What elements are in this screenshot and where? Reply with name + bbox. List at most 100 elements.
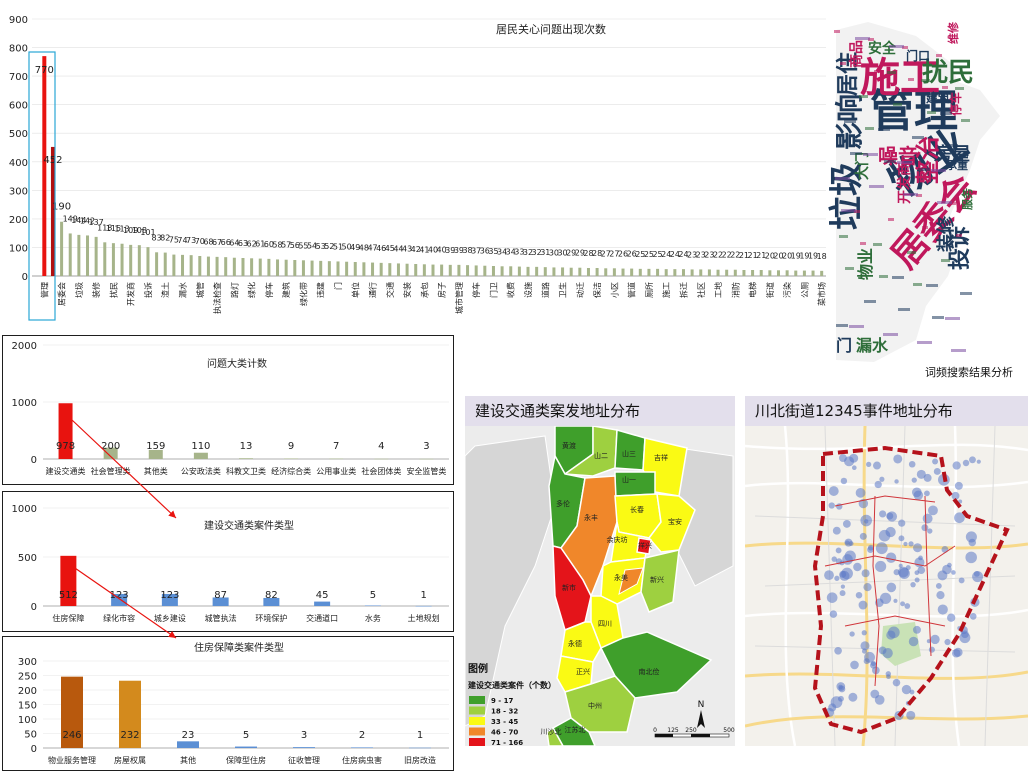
district-label: 山三	[622, 449, 636, 458]
x-tick-label: 管理	[39, 282, 49, 298]
x-tick-label: 征收管理	[288, 755, 320, 765]
bar	[189, 255, 193, 276]
event-dot	[850, 660, 859, 670]
bar	[232, 257, 236, 276]
x-tick-label: 绿化市容	[103, 613, 135, 623]
bar-value-label: 4	[378, 441, 384, 452]
event-dot	[933, 467, 941, 475]
bar-value-label: 45	[316, 590, 329, 601]
bar	[353, 262, 357, 276]
word-cloud-word: 开发商	[897, 162, 913, 204]
x-tick-label: 渣土	[160, 282, 170, 298]
event-dot	[844, 456, 855, 467]
event-dot	[965, 551, 977, 564]
x-tick-label: 门	[333, 282, 343, 290]
event-dot	[969, 456, 976, 464]
event-dot	[906, 710, 916, 720]
bar-value-label: 13	[240, 441, 253, 452]
event-dot	[932, 458, 939, 465]
district-label: 四川	[598, 620, 612, 628]
district-label: 永美	[614, 573, 628, 582]
bar	[802, 270, 806, 276]
bar-value-label: 2	[359, 730, 365, 741]
x-tick-label: 交通	[385, 282, 395, 298]
district-label: 祥兴	[638, 541, 652, 550]
bar	[284, 259, 288, 276]
event-dot	[928, 505, 938, 516]
bar-value-label: 200	[101, 441, 120, 452]
legend-label: 46 - 70	[491, 729, 518, 737]
event-dot	[851, 465, 857, 471]
bar	[293, 747, 315, 748]
bar	[267, 258, 271, 276]
bar-value-label: 123	[160, 590, 179, 601]
bar	[569, 267, 573, 276]
bar	[535, 266, 539, 276]
bar	[526, 266, 530, 276]
event-dot	[878, 646, 887, 655]
x-tick-label: 旧房改造	[404, 755, 436, 765]
x-tick-label: 社会团体类	[361, 466, 401, 476]
x-tick-label: 道路	[540, 282, 550, 298]
x-tick-label: 城乡建设	[154, 613, 186, 623]
word-cloud-filler	[845, 267, 854, 270]
y-tick-label: 200	[18, 686, 37, 697]
event-dot	[849, 631, 855, 637]
y-tick-label: 300	[9, 186, 28, 197]
event-dot	[837, 695, 844, 702]
chart2-title: 问题大类计数	[207, 357, 267, 370]
word-cloud-filler	[918, 168, 930, 171]
event-dot	[952, 461, 961, 470]
event-dot	[855, 591, 863, 599]
event-dot	[913, 543, 923, 553]
bar	[284, 458, 299, 459]
event-dot	[863, 582, 872, 592]
district-label: 永德	[568, 639, 582, 648]
y-tick-label: 500	[9, 129, 28, 140]
x-tick-label: 路灯	[229, 282, 239, 298]
word-cloud-filler	[887, 71, 896, 74]
bar	[77, 234, 81, 276]
bar-value-label: 246	[62, 730, 81, 741]
event-dot	[848, 692, 858, 702]
word-cloud-filler	[931, 169, 946, 172]
word-cloud-caption: 词频搜索结果分析	[925, 366, 1013, 379]
bar	[206, 256, 210, 276]
word-cloud-filler	[903, 193, 918, 196]
event-dot	[853, 562, 862, 572]
bar	[181, 254, 185, 276]
bar	[733, 269, 737, 276]
word-cloud-filler	[841, 209, 856, 212]
bar	[241, 258, 245, 276]
y-tick-label: 0	[31, 602, 37, 613]
x-tick-label: 消防	[730, 282, 740, 298]
word-cloud-word: 建筑	[926, 91, 951, 105]
event-dot	[867, 546, 874, 553]
event-dot	[873, 461, 881, 470]
bar	[509, 266, 513, 276]
event-dot	[941, 546, 949, 553]
word-cloud-filler	[860, 242, 866, 245]
word-cloud-filler	[849, 325, 864, 328]
event-dot	[924, 490, 930, 497]
bar-value-label: 110	[191, 441, 210, 452]
bar	[388, 263, 392, 276]
word-cloud-filler	[893, 103, 902, 106]
construction-transport-chart: 建设交通类案件类型 0 500 1000 512 住房保障 123 绿化市容 123 城乡建设 8…	[12, 504, 449, 623]
word-cloud-filler	[921, 79, 930, 82]
bar	[415, 605, 432, 607]
bar	[621, 268, 625, 276]
bar-value-label: 9	[288, 441, 294, 452]
bar	[319, 260, 323, 276]
x-tick-label: 动迁	[575, 282, 585, 298]
x-tick-label: 承包	[419, 282, 429, 298]
bar	[177, 741, 199, 748]
x-tick-label: 投诉	[143, 282, 153, 298]
event-dot	[886, 674, 891, 680]
bar	[172, 254, 176, 276]
event-dot	[959, 632, 971, 644]
x-tick-label: 垃圾	[74, 282, 84, 298]
district-label: 多伦	[556, 499, 570, 508]
x-tick-label: 安装	[402, 282, 412, 298]
bar-value-label: 978	[56, 441, 75, 452]
